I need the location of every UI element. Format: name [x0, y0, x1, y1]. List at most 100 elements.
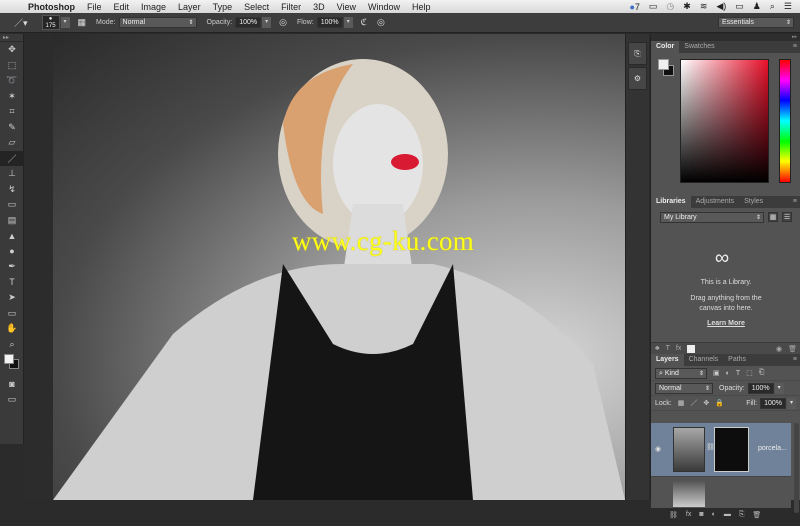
layer-row-selected[interactable]: ◉ ⛓ porcela... — [651, 423, 791, 477]
flow-input[interactable]: 100% — [316, 17, 343, 28]
stamp-tool-icon[interactable]: ⊥ — [0, 166, 24, 182]
brush-panel-toggle-icon[interactable]: ▦ — [78, 17, 87, 28]
opacity-slider-toggle[interactable]: ▾ — [262, 17, 272, 28]
crop-tool-icon[interactable]: ⌗ — [0, 104, 24, 120]
battery-icon[interactable]: ▭ — [735, 1, 744, 12]
tab-swatches[interactable]: Swatches — [679, 41, 719, 53]
dodge-tool-icon[interactable]: ● — [0, 244, 24, 260]
delete-icon[interactable]: 🗑 — [788, 345, 797, 353]
layer-opacity-input[interactable]: 100% — [747, 382, 774, 394]
screen-mode-icon[interactable]: ▭ — [0, 392, 24, 408]
color-picker-field[interactable] — [680, 59, 769, 183]
lock-all-icon[interactable]: 🔒 — [715, 399, 724, 407]
marquee-tool-icon[interactable]: ⬚ — [0, 58, 24, 74]
history-panel-button[interactable]: ⎘ — [628, 42, 647, 65]
menu-view[interactable]: View — [331, 2, 362, 12]
lock-image-icon[interactable]: ／ — [690, 398, 697, 408]
blend-mode-select[interactable]: Normal ⇕ — [655, 382, 713, 394]
creative-cloud-icon[interactable]: ●7 — [629, 2, 639, 12]
lasso-tool-icon[interactable]: ➰ — [0, 73, 24, 89]
panel-menu-icon[interactable]: ≡ — [793, 354, 797, 366]
type-tool-icon[interactable]: T — [0, 275, 24, 291]
brush-icon[interactable]: ／▾ — [14, 16, 28, 29]
fill-toggle[interactable]: ▾ — [787, 397, 796, 409]
volume-icon[interactable]: ◀) — [716, 1, 726, 12]
blur-tool-icon[interactable]: ▲ — [0, 228, 24, 244]
add-mask-icon[interactable]: ◙ — [699, 511, 703, 518]
new-adjustment-layer-icon[interactable]: ◐ — [712, 511, 716, 518]
menu-window[interactable]: Window — [362, 2, 406, 12]
document-image[interactable] — [53, 34, 625, 500]
link-layers-icon[interactable]: ⛓ — [669, 511, 678, 519]
tab-paths[interactable]: Paths — [723, 354, 751, 366]
layer-name[interactable]: porcela... — [758, 445, 787, 452]
panel-menu-icon[interactable]: ≡ — [793, 41, 797, 53]
tab-color[interactable]: Color — [651, 41, 680, 53]
foreground-color[interactable] — [4, 354, 14, 364]
eyedropper-tool-icon[interactable]: ✎ — [0, 120, 24, 136]
menu-app[interactable]: Photoshop — [22, 2, 81, 12]
filter-type-icon[interactable]: T — [736, 370, 740, 377]
time-machine-icon[interactable]: ◷ — [666, 1, 674, 12]
menu-3d[interactable]: 3D — [307, 2, 331, 12]
menu-help[interactable]: Help — [406, 2, 437, 12]
brush-tool-icon[interactable]: ／ — [0, 150, 24, 166]
list-view-icon[interactable]: ☰ — [782, 212, 792, 222]
menu-edit[interactable]: Edit — [108, 2, 136, 12]
menu-layer[interactable]: Layer — [172, 2, 207, 12]
fill-input[interactable]: 100% — [760, 397, 786, 409]
layer-mask-thumbnail[interactable] — [714, 427, 749, 472]
add-layer-style-icon[interactable]: fx — [686, 511, 691, 518]
pressure-size-icon[interactable]: ◎ — [377, 17, 385, 28]
sync-status-icon[interactable]: ◉ — [776, 345, 782, 353]
gradient-tool-icon[interactable]: ▤ — [0, 213, 24, 229]
lock-position-icon[interactable]: ✥ — [703, 399, 709, 407]
airplay-icon[interactable]: ▭ — [649, 1, 658, 12]
menu-select[interactable]: Select — [238, 2, 275, 12]
eraser-tool-icon[interactable]: ▭ — [0, 197, 24, 213]
new-layer-icon[interactable]: ⎘ — [739, 511, 745, 519]
brush-preset-dropdown[interactable]: ▾ — [60, 17, 70, 28]
panel-grip[interactable]: ▸▸ — [0, 34, 23, 42]
menu-image[interactable]: Image — [135, 2, 172, 12]
history-brush-tool-icon[interactable]: ↯ — [0, 182, 24, 198]
magic-wand-tool-icon[interactable]: ✶ — [0, 89, 24, 105]
tab-layers[interactable]: Layers — [651, 354, 684, 366]
learn-more-link[interactable]: Learn More — [651, 319, 800, 329]
add-graphic-icon[interactable]: ♣ — [655, 345, 660, 352]
visibility-eye-icon[interactable]: ◉ — [655, 445, 661, 453]
panel-foreground-color[interactable] — [658, 59, 669, 70]
hand-tool-icon[interactable]: ✋ — [0, 321, 24, 337]
panel-menu-icon[interactable]: ≡ — [793, 196, 797, 208]
tab-styles[interactable]: Styles — [739, 196, 768, 208]
hue-slider[interactable] — [779, 59, 791, 183]
pen-tool-icon[interactable]: ✒ — [0, 259, 24, 275]
notification-center-icon[interactable]: ☰ — [784, 1, 792, 12]
menu-type[interactable]: Type — [207, 2, 239, 12]
filter-adjustment-icon[interactable]: ◐ — [726, 370, 730, 377]
spotlight-icon[interactable]: ⌕ — [770, 1, 775, 12]
lock-transparent-icon[interactable]: ▦ — [678, 399, 685, 407]
move-tool-icon[interactable]: ✥ — [0, 42, 24, 58]
menu-filter[interactable]: Filter — [275, 2, 307, 12]
add-layer-style-icon[interactable]: fx — [676, 345, 681, 352]
zoom-tool-icon[interactable]: ⌕ — [0, 337, 24, 353]
airbrush-icon[interactable]: ℭ — [361, 17, 367, 28]
filter-smart-object-icon[interactable]: ⎗ — [759, 369, 765, 377]
add-character-style-icon[interactable]: T — [666, 345, 670, 352]
tab-libraries[interactable]: Libraries — [651, 196, 691, 208]
filter-shape-icon[interactable]: ⬚ — [746, 369, 753, 377]
wifi-icon[interactable]: ≋ — [700, 1, 708, 12]
path-select-tool-icon[interactable]: ➤ — [0, 290, 24, 306]
add-color-icon[interactable] — [687, 344, 696, 353]
tab-adjustments[interactable]: Adjustments — [691, 196, 740, 208]
brush-preset-picker[interactable]: ● 175 — [41, 15, 60, 30]
tab-channels[interactable]: Channels — [684, 354, 724, 366]
quick-mask-icon[interactable]: ◙ — [0, 376, 24, 392]
layer-row[interactable] — [651, 478, 791, 508]
pressure-opacity-icon[interactable]: ◎ — [279, 17, 287, 28]
delete-layer-icon[interactable]: 🗑 — [752, 511, 761, 519]
layer-opacity-toggle[interactable]: ▾ — [774, 382, 784, 394]
bluetooth-icon[interactable]: ✱ — [683, 1, 691, 12]
workspace-select[interactable]: Essentials ⇕ — [718, 17, 794, 28]
